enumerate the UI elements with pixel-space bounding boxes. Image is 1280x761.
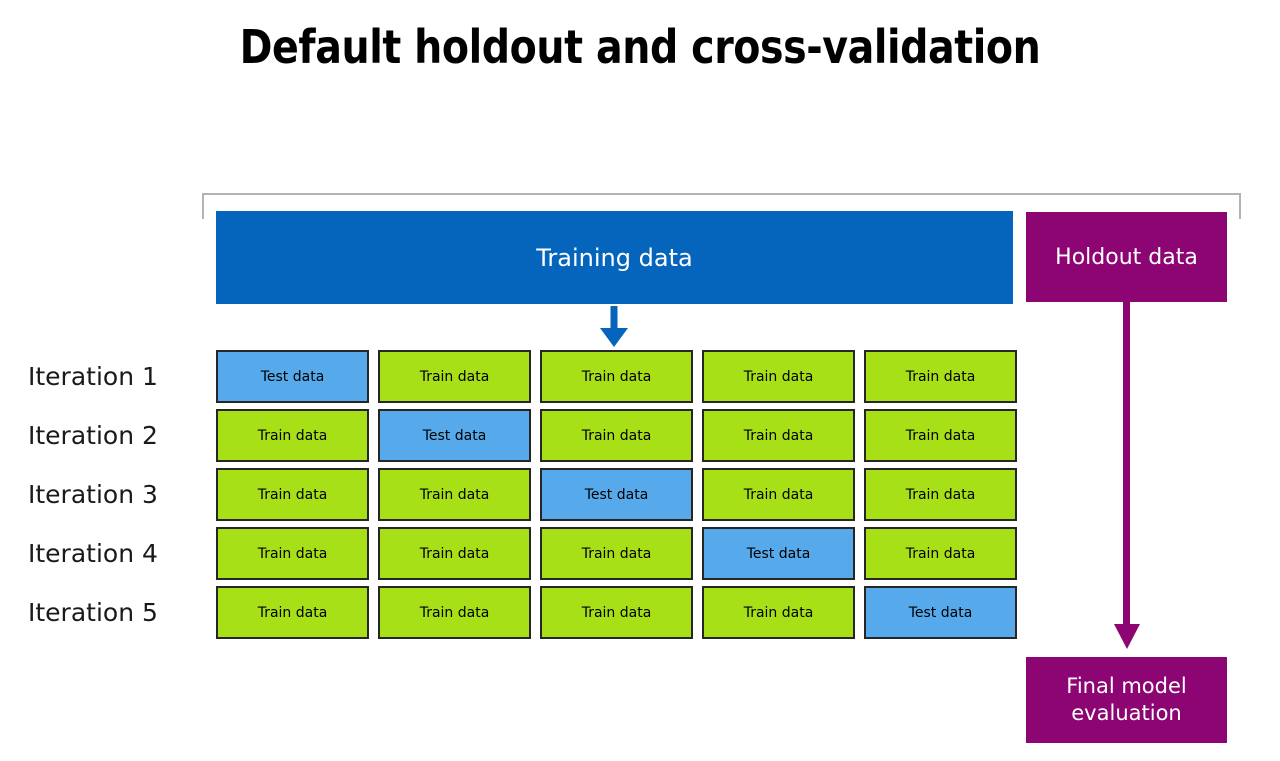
fold-cell-group: Train data Test data Train data Train data T…	[216, 409, 1017, 462]
test-fold-cell: Test data	[864, 586, 1017, 639]
train-fold-cell: Train data	[540, 527, 693, 580]
train-fold-cell: Train data	[216, 409, 369, 462]
iteration-label-2: Iteration 2	[28, 421, 158, 450]
train-fold-cell: Train data	[378, 586, 531, 639]
fold-cell-group: Train data Train data Train data Train data…	[216, 586, 1017, 639]
holdout-data-bar: Holdout data	[1026, 212, 1227, 302]
iteration-row: Iteration 2 Train data Test data Train data…	[0, 409, 1020, 462]
cross-validation-grid: Iteration 1 Test data Train data Train data…	[0, 350, 1020, 645]
training-data-bar: Training data	[216, 211, 1013, 304]
test-fold-cell: Test data	[378, 409, 531, 462]
iteration-row: Iteration 4 Train data Train data Train dat…	[0, 527, 1020, 580]
final-evaluation-line-2: evaluation	[1071, 701, 1182, 725]
split-down-arrow-icon	[596, 306, 632, 348]
train-fold-cell: Train data	[540, 586, 693, 639]
iteration-row: Iteration 3 Train data Train data Test data…	[0, 468, 1020, 521]
train-fold-cell: Train data	[216, 586, 369, 639]
train-fold-cell: Train data	[216, 468, 369, 521]
holdout-data-label: Holdout data	[1055, 244, 1198, 270]
training-data-label: Training data	[536, 243, 693, 272]
train-fold-cell: Train data	[540, 350, 693, 403]
final-model-evaluation-box: Final model evaluation	[1026, 657, 1227, 743]
fold-cell-group: Train data Train data Test data Train data T…	[216, 468, 1017, 521]
train-fold-cell: Train data	[540, 409, 693, 462]
iteration-row: Iteration 5 Train data Train data Train dat…	[0, 586, 1020, 639]
page-title: Default holdout and cross-validation	[239, 20, 1041, 74]
test-fold-cell: Test data	[216, 350, 369, 403]
train-fold-cell: Train data	[864, 409, 1017, 462]
iteration-label-5: Iteration 5	[28, 598, 158, 627]
train-fold-cell: Train data	[702, 350, 855, 403]
fold-cell-group: Train data Train data Train data Test data T…	[216, 527, 1017, 580]
fold-cell-group: Test data Train data Train data Train data T…	[216, 350, 1017, 403]
test-fold-cell: Test data	[540, 468, 693, 521]
test-fold-cell: Test data	[702, 527, 855, 580]
iteration-label-1: Iteration 1	[28, 362, 158, 391]
train-fold-cell: Train data	[864, 468, 1017, 521]
train-fold-cell: Train data	[702, 586, 855, 639]
final-evaluation-line-1: Final model	[1066, 674, 1187, 699]
train-fold-cell: Train data	[378, 527, 531, 580]
iteration-label-4: Iteration 4	[28, 539, 158, 568]
train-fold-cell: Train data	[702, 468, 855, 521]
train-fold-cell: Train data	[702, 409, 855, 462]
iteration-label-3: Iteration 3	[28, 480, 158, 509]
train-fold-cell: Train data	[378, 468, 531, 521]
train-fold-cell: Train data	[864, 527, 1017, 580]
holdout-to-evaluation-arrow-icon	[1108, 302, 1146, 650]
train-fold-cell: Train data	[864, 350, 1017, 403]
train-fold-cell: Train data	[216, 527, 369, 580]
train-fold-cell: Train data	[378, 350, 531, 403]
iteration-row: Iteration 1 Test data Train data Train data…	[0, 350, 1020, 403]
